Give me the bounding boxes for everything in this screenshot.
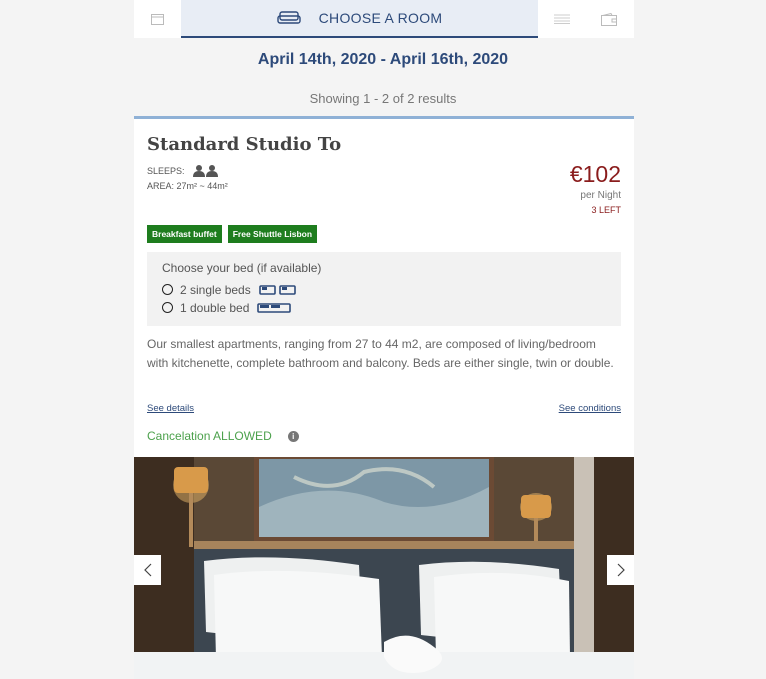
bed-option-label: 1 double bed — [180, 300, 250, 315]
radio-single[interactable] — [162, 284, 173, 295]
wallet-icon — [600, 12, 617, 26]
chevron-left-icon — [143, 563, 151, 577]
badge-breakfast: Breakfast buffet — [147, 225, 222, 243]
bed-option-label: 2 single beds — [180, 282, 251, 297]
rooms-left: 3 LEFT — [591, 205, 621, 215]
room-description: Our smallest apartments, ranging from 27… — [147, 337, 614, 370]
price-block: €102 per Night 3 LEFT — [570, 161, 621, 215]
see-details-link[interactable]: See details — [147, 403, 194, 414]
carousel-prev-button[interactable] — [134, 555, 161, 585]
bed-option-double[interactable]: 1 double bed — [162, 300, 606, 315]
list-icon — [553, 14, 570, 24]
price-per-night: per Night — [580, 190, 621, 201]
info-icon[interactable]: i — [287, 430, 299, 442]
step-choose-room[interactable]: CHOOSE A ROOM — [181, 0, 538, 38]
cancelation-status: Cancelation ALLOWED i — [147, 429, 299, 443]
sofa-icon — [276, 11, 301, 24]
calendar-icon — [151, 14, 164, 25]
results-count: Showing 1 - 2 of 2 results — [309, 91, 457, 106]
bed-choice-box: Choose your bed (if available) 2 single … — [147, 252, 621, 326]
see-conditions-link[interactable]: See conditions — [559, 403, 621, 414]
booking-stepper: CHOOSE A ROOM — [134, 0, 634, 38]
chevron-right-icon — [617, 563, 625, 577]
bed-option-single[interactable]: 2 single beds — [162, 282, 606, 297]
area-info: AREA: 27m² ~ 44m² — [147, 181, 228, 191]
sleeps-row: SLEEPS: — [147, 165, 219, 177]
bed-question: Choose your bed (if available) — [162, 261, 322, 275]
room-photo-carousel — [134, 457, 634, 679]
radio-double[interactable] — [162, 302, 173, 313]
room-title: Standard Studio To — [147, 134, 342, 155]
step-dates[interactable] — [134, 0, 181, 38]
room-card: Standard Studio To SLEEPS: AREA: 27m² ~ … — [134, 116, 634, 679]
stay-dates: April 14th, 2020 - April 16th, 2020 — [257, 51, 509, 68]
guests-icon — [192, 165, 218, 177]
room-photo — [134, 457, 634, 679]
single-beds-icon — [258, 284, 296, 295]
badge-shuttle: Free Shuttle Lisbon — [227, 225, 318, 243]
carousel-next-button[interactable] — [607, 555, 634, 585]
step-details[interactable] — [538, 0, 585, 38]
double-bed-icon — [257, 302, 292, 313]
price-amount: €102 — [569, 161, 621, 187]
amenity-badges: Breakfast buffet Free Shuttle Lisbon — [147, 225, 318, 243]
step-payment[interactable] — [585, 0, 632, 38]
sleeps-label: SLEEPS: — [147, 166, 185, 176]
step-label: CHOOSE A ROOM — [318, 10, 443, 26]
cancelation-label: Cancelation ALLOWED — [147, 429, 272, 443]
